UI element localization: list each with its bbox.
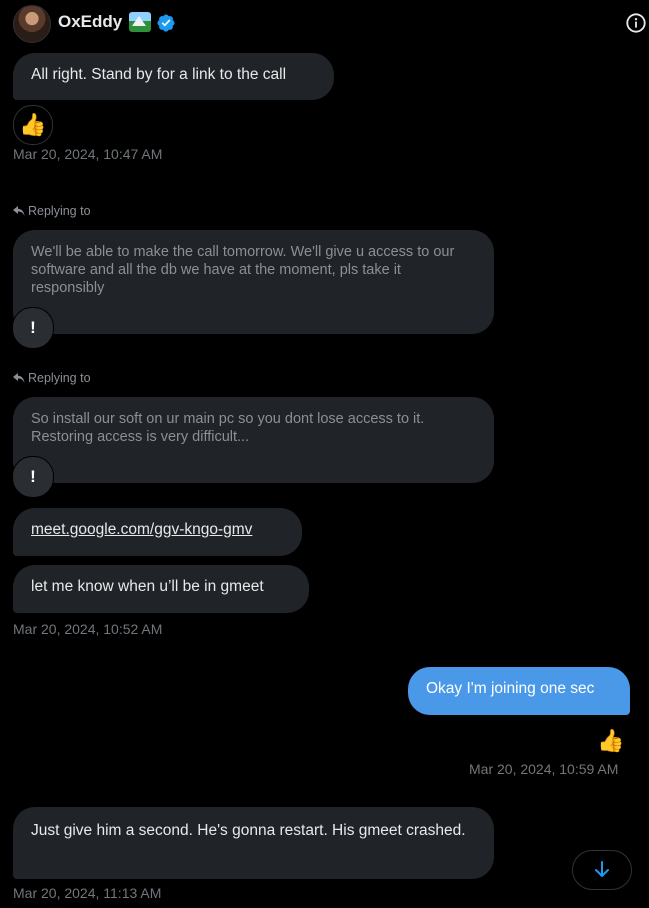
message-text: let me know when u’ll be in gmeet: [31, 578, 264, 595]
quoted-text: We'll be able to make the call tomorrow.…: [31, 244, 455, 296]
thumbs-up-icon: 👍: [597, 728, 625, 753]
meet-link[interactable]: meet.google.com/ggv-kngo-gmv: [31, 521, 252, 538]
message-bubble[interactable]: Just give him a second. He's gonna resta…: [13, 807, 494, 879]
reaction-exclamation[interactable]: !: [12, 456, 54, 498]
reaction-exclamation[interactable]: !: [12, 307, 54, 349]
contact-name[interactable]: OxEddy: [58, 12, 122, 32]
reaction-thumbs-up[interactable]: 👍: [592, 722, 630, 760]
info-icon[interactable]: [625, 12, 647, 34]
replying-to-text: Replying to: [28, 204, 91, 218]
arrow-down-icon: [595, 861, 609, 877]
message-timestamp: Mar 20, 2024, 11:13 AM: [13, 885, 162, 901]
conversation-header: OxEddy: [0, 0, 649, 46]
message-timestamp: Mar 20, 2024, 10:47 AM: [13, 146, 163, 162]
message-timestamp: Mar 20, 2024, 10:52 AM: [13, 621, 163, 637]
message-bubble[interactable]: All right. Stand by for a link to the ca…: [13, 53, 334, 100]
mountain-emoji-icon: [129, 12, 151, 32]
message-timestamp: Mar 20, 2024, 10:59 AM: [469, 761, 619, 777]
message-text: Okay I'm joining one sec: [426, 680, 595, 697]
message-bubble[interactable]: let me know when u’ll be in gmeet: [13, 565, 309, 613]
message-text: All right. Stand by for a link to the ca…: [31, 66, 287, 83]
thumbs-up-icon: 👍: [19, 112, 47, 137]
quoted-message[interactable]: So install our soft on ur main pc so you…: [13, 397, 494, 483]
replying-to-label: Replying to: [13, 204, 91, 218]
replying-to-label: Replying to: [13, 371, 91, 385]
scroll-to-bottom-button[interactable]: [572, 850, 632, 890]
quoted-message[interactable]: We'll be able to make the call tomorrow.…: [13, 230, 494, 334]
verified-badge-icon: [157, 14, 175, 32]
avatar[interactable]: [13, 5, 51, 43]
message-text: Just give him a second. He's gonna resta…: [31, 822, 466, 839]
replying-to-text: Replying to: [28, 371, 91, 385]
exclamation-icon: !: [30, 467, 36, 486]
reply-arrow-icon: [13, 373, 25, 383]
exclamation-icon: !: [30, 318, 36, 337]
sent-message-bubble[interactable]: Okay I'm joining one sec: [408, 667, 630, 715]
reaction-thumbs-up[interactable]: 👍: [13, 105, 53, 145]
reply-arrow-icon: [13, 206, 25, 216]
quoted-text: So install our soft on ur main pc so you…: [31, 411, 425, 445]
message-bubble[interactable]: meet.google.com/ggv-kngo-gmv: [13, 508, 302, 556]
